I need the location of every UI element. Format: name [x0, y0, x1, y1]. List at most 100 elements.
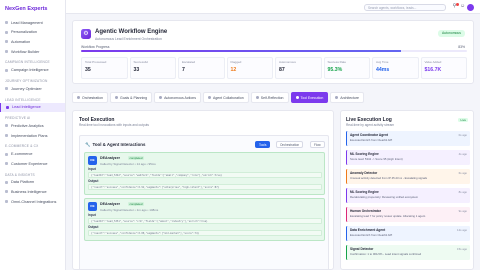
input-code: {"leadId":"lead_5351","source":"crm","fi… — [88, 217, 322, 224]
tab-agent-collaboration[interactable]: Agent Collaboration — [202, 92, 249, 103]
log-entry[interactable]: Human Orchestrator Escalating lead 7 for … — [346, 207, 470, 222]
stat-label: Value Added — [424, 60, 442, 64]
notification-badge — [456, 2, 459, 6]
output-code: {"result":"success","confidence":0.92,"s… — [88, 183, 322, 190]
stat-card: Autonomous 87 — [275, 57, 322, 79]
engine-icon: ⚙ — [81, 29, 91, 39]
sidebar: NexGen Experts Lead Management Personaliz… — [0, 0, 66, 270]
log-entry[interactable]: ML Scoring Engine Recalculating propensit… — [346, 188, 470, 203]
tab-orchestration[interactable]: Orchestration — [72, 92, 109, 103]
sidebar-item-label: Implementation Plans — [11, 133, 48, 138]
sidebar-item-automation[interactable]: Automation — [0, 37, 65, 47]
stat-value: 87 — [279, 67, 285, 73]
sidebar-item-omni-channel-integrations[interactable]: Omni-Channel Integrations — [0, 197, 65, 207]
sidebar-item-label: Business Intelligence — [11, 189, 47, 194]
sidebar-item-label: Journey Optimizer — [11, 86, 42, 91]
sidebar-item-campaign-intelligence[interactable]: Campaign Intelligence — [0, 65, 65, 75]
log-entry-detail: Executed Enrich from Clearbit API — [350, 138, 393, 143]
tab-icon — [255, 96, 259, 99]
log-entry-time: 6s ago — [458, 171, 467, 175]
progress-bar — [81, 50, 467, 53]
tool-call-card[interactable]: DE DEAnalyzer completed Called by Signal De… — [84, 198, 325, 241]
sidebar-item-business-intelligence[interactable]: Business Intelligence — [0, 187, 65, 197]
status-badge: completed — [128, 156, 144, 161]
sidebar-item-label: Predictive Analytics — [11, 123, 44, 128]
flow-button[interactable]: Flow — [310, 141, 325, 148]
sidebar-item-lead-intelligence[interactable]: Lead Intelligence — [0, 102, 65, 113]
log-entry-time: 9s ago — [458, 209, 467, 213]
stat-value: 35 — [85, 67, 91, 73]
log-entry-detail: Escalating lead 7 for policy review upda… — [350, 214, 426, 219]
sidebar-item-lead-management[interactable]: Lead Management — [0, 18, 65, 28]
sidebar-item-implementation-plans[interactable]: Implementation Plans — [0, 131, 65, 141]
brand-logo[interactable]: NexGen Experts — [0, 0, 65, 18]
tab-goals-planning[interactable]: Goals & Planning — [110, 92, 153, 103]
stat-label: Successful — [133, 60, 149, 64]
tab-icon — [335, 96, 339, 99]
sidebar-item-e-commerce[interactable]: E-commerce — [0, 149, 65, 159]
log-entry[interactable]: Data Enrichment Agent Executed Enrich fro… — [346, 226, 470, 241]
search-input[interactable]: Search agents, workflows, leads... — [364, 3, 446, 11]
stat-value: 44ms — [376, 67, 390, 73]
stat-card: Success Rate 95.3% — [323, 57, 370, 79]
progress-percent: 83% — [458, 45, 465, 49]
log-entry-detail: Confirmation: 1 to 001/3% - Lead intent … — [350, 252, 422, 257]
output-label: Output — [88, 225, 99, 229]
sidebar-item-workflow-builder[interactable]: Workflow Builder — [0, 47, 65, 57]
log-entry[interactable]: Agent Coordinator Agent Executed Enrich f… — [346, 131, 470, 146]
sidebar-item-label: Data Platform — [11, 180, 35, 185]
log-entry-title: ML Scoring Engine — [350, 152, 379, 156]
avatar[interactable] — [467, 3, 474, 11]
tools-button[interactable]: Tools — [255, 141, 271, 148]
log-entry-title: Signal Detector — [350, 247, 374, 251]
tool-badge: DE — [88, 202, 97, 211]
sidebar-item-label: Omni-Channel Integrations — [11, 199, 57, 204]
nav-item-icon — [6, 105, 9, 109]
tool-call-card[interactable]: DE DEAnalyzer completed Called by Signal De… — [84, 152, 325, 195]
log-entry-detail: Recalculating propensity: Reviewing unif… — [350, 195, 419, 200]
log-entry[interactable]: Anomaly Detector Unusual activity detecte… — [346, 169, 470, 184]
sidebar-section-heading: Data & Insights — [5, 172, 35, 177]
sidebar-item-label: E-commerce — [11, 152, 33, 157]
sidebar-item-label: Lead Intelligence — [12, 105, 41, 110]
sidebar-item-data-platform[interactable]: Data Platform — [0, 178, 65, 188]
stat-label: Avg Time — [376, 60, 389, 64]
log-entry-title: Agent Coordinator Agent — [350, 133, 388, 137]
sidebar-section-heading: Campaign Intelligence — [5, 60, 50, 65]
tool-name: DEAnalyzer — [100, 156, 120, 160]
log-entry-time: 0s ago — [458, 133, 467, 137]
input-label: Input — [88, 213, 96, 217]
log-entry[interactable]: ML Scoring Engine Score lead: 5342 -> Sco… — [346, 150, 470, 165]
nav-item-icon — [5, 152, 8, 156]
tab-autonomous-actions[interactable]: Autonomous Actions — [154, 92, 201, 103]
stat-label: Flagged — [230, 60, 242, 64]
sidebar-section-heading: Predictive AI — [5, 116, 31, 121]
log-entry-title: Data Enrichment Agent — [350, 228, 386, 232]
log-entry-time: 8s ago — [458, 190, 467, 194]
sidebar-section-heading: Lead Intelligence — [5, 97, 41, 102]
sidebar-item-customer-experience[interactable]: Customer Experience — [0, 159, 65, 169]
log-entry[interactable]: Signal Detector Confirmation: 1 to 001/3%… — [346, 245, 470, 260]
user-icon[interactable]: ☺ — [460, 4, 465, 9]
tab-architecture[interactable]: Architecture — [330, 92, 364, 103]
nav-item-icon — [5, 87, 8, 91]
sidebar-item-journey-optimizer[interactable]: Journey Optimizer — [0, 84, 65, 94]
log-entry-detail: Score lead: 5342 -> Score 95 (High Inten… — [350, 157, 403, 162]
tool-caller: Called by Signal Detector • 1m ago • 108… — [100, 207, 159, 212]
tab-tool-execution[interactable]: Tool Execution — [290, 92, 329, 103]
stat-label: Success Rate — [327, 60, 347, 64]
stat-value: 33 — [133, 67, 140, 73]
tab-icon — [77, 96, 80, 99]
live-execution-log: Live Execution Log Real-time by agent ac… — [340, 110, 474, 270]
sidebar-item-personalization[interactable]: Personalization — [0, 28, 65, 38]
stat-card: Successful 33 — [129, 57, 176, 79]
tab-label: Goals & Planning — [120, 95, 148, 100]
tab-self-reflection[interactable]: Self-Reflection — [250, 92, 289, 103]
sidebar-item-predictive-analytics[interactable]: Predictive Analytics — [0, 121, 65, 131]
log-entry-time: 12s ago — [457, 228, 467, 232]
orchestration-button[interactable]: Orchestration — [276, 141, 304, 148]
sidebar-item-label: Automation — [11, 39, 31, 44]
tab-label: Orchestration — [82, 95, 104, 100]
sidebar-item-label: Workflow Builder — [11, 49, 40, 54]
tool-name: DEAnalyzer — [100, 202, 120, 206]
